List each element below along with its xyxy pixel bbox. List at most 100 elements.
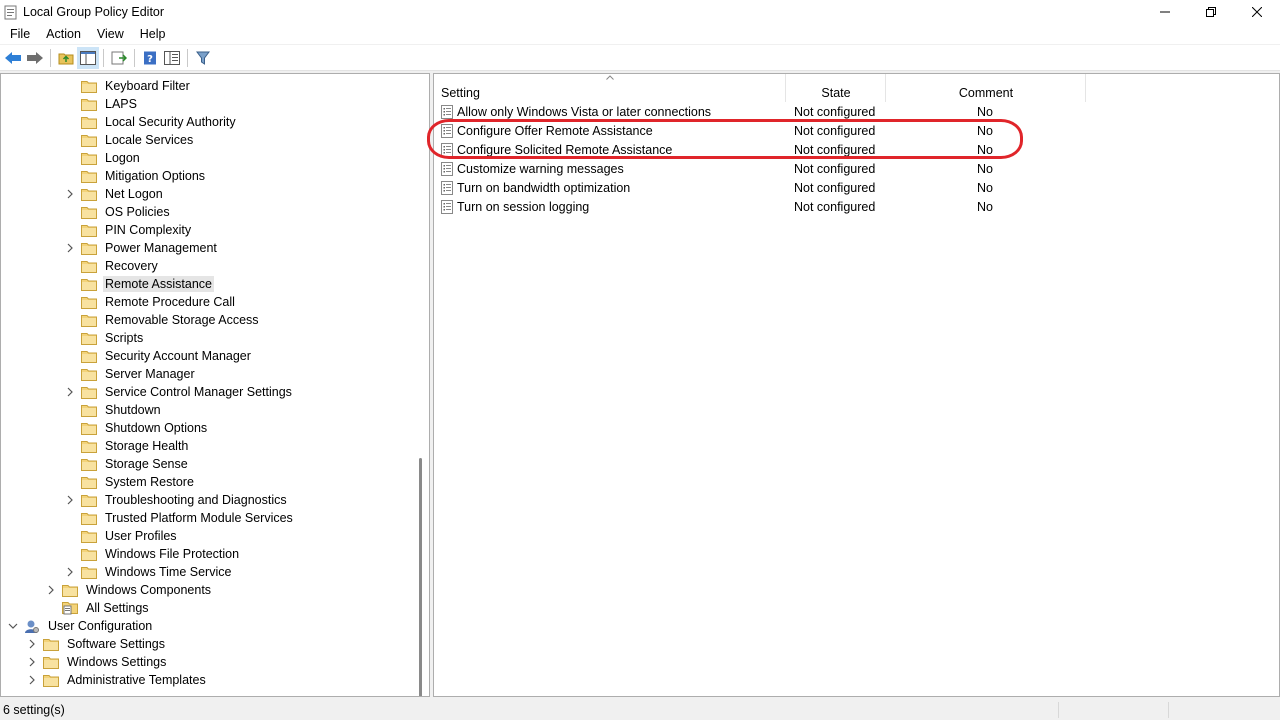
column-header-state[interactable]: State	[786, 74, 886, 102]
tree-item[interactable]: User Profiles	[64, 527, 179, 545]
menu-help[interactable]: Help	[130, 27, 172, 41]
tree-item[interactable]: Keyboard Filter	[64, 77, 192, 95]
show-hide-tree-button[interactable]	[77, 46, 99, 69]
setting-row-setting: Turn on bandwidth optimization	[457, 181, 631, 195]
tree-item-user-configuration[interactable]: User Configuration	[7, 617, 154, 635]
tree-item[interactable]: Net Logon	[64, 185, 165, 203]
expand-placeholder	[64, 167, 76, 185]
column-header-comment[interactable]: Comment	[886, 74, 1086, 102]
tree-item[interactable]: Security Account Manager	[64, 347, 253, 365]
chevron-right-icon	[67, 567, 73, 577]
tree-item-all-settings[interactable]: All Settings	[45, 599, 151, 617]
tree-item[interactable]: Locale Services	[64, 131, 195, 149]
up-one-level-button[interactable]	[55, 47, 77, 69]
expand-toggle[interactable]	[7, 617, 19, 635]
expand-toggle[interactable]	[64, 563, 76, 581]
setting-row-setting: Configure Offer Remote Assistance	[457, 124, 653, 138]
tree-item[interactable]: Remote Procedure Call	[64, 293, 237, 311]
column-divider[interactable]	[1085, 74, 1086, 102]
setting-row[interactable]: Allow only Windows Vista or later connec…	[434, 103, 1279, 122]
tree-item[interactable]: Removable Storage Access	[64, 311, 261, 329]
expand-placeholder	[64, 365, 76, 383]
tree-item-user-child[interactable]: Software Settings	[26, 635, 167, 653]
tree-item-selected[interactable]: Remote Assistance	[64, 275, 214, 293]
settings-list-pane[interactable]: Setting State Comment Allow only Windows…	[433, 73, 1280, 697]
tree-item[interactable]: Storage Sense	[64, 455, 190, 473]
tree-item[interactable]: Windows File Protection	[64, 545, 241, 563]
setting-row-comment: No	[977, 200, 993, 214]
tree-item-label: Scripts	[105, 331, 144, 345]
folder-icon	[81, 115, 98, 129]
tree-item[interactable]: Storage Health	[64, 437, 190, 455]
title-bar: Local Group Policy Editor	[0, 0, 1280, 23]
filter-button[interactable]	[192, 47, 214, 69]
tree-item-windows-components[interactable]: Windows Components	[45, 581, 213, 599]
filter-icon	[196, 51, 210, 65]
tree-item[interactable]: Shutdown	[64, 401, 163, 419]
setting-row[interactable]: Customize warning messages Not configured…	[434, 160, 1279, 179]
folder-icon	[81, 548, 97, 561]
setting-row[interactable]: Configure Solicited Remote Assistance Not…	[434, 141, 1279, 160]
close-button[interactable]	[1234, 0, 1280, 23]
expand-toggle[interactable]	[64, 491, 76, 509]
folder-icon	[81, 242, 97, 255]
tree-item[interactable]: System Restore	[64, 473, 196, 491]
folder-icon	[81, 403, 98, 417]
tree-item[interactable]: Trusted Platform Module Services	[64, 509, 295, 527]
tree-item[interactable]: Mitigation Options	[64, 167, 207, 185]
chevron-right-icon	[67, 495, 73, 505]
tree-item-label: System Restore	[105, 475, 194, 489]
expand-placeholder	[64, 203, 76, 221]
expand-toggle[interactable]	[26, 635, 38, 653]
export-list-button[interactable]	[108, 47, 130, 69]
expand-toggle[interactable]	[64, 185, 76, 203]
tree-item[interactable]: LAPS	[64, 95, 139, 113]
tree-pane[interactable]: Keyboard Filter LAPS Local Security Author…	[0, 73, 430, 697]
tree-item[interactable]: Local Security Authority	[64, 113, 238, 131]
expand-placeholder	[64, 437, 76, 455]
folder-icon	[81, 313, 98, 327]
folder-icon	[81, 512, 97, 525]
tree-item[interactable]: Troubleshooting and Diagnostics	[64, 491, 289, 509]
restore-button[interactable]	[1188, 0, 1234, 23]
forward-button[interactable]	[24, 47, 46, 69]
close-icon	[1252, 6, 1262, 17]
folder-icon	[81, 205, 98, 219]
tree-item-label: Shutdown Options	[105, 421, 208, 435]
expand-toggle[interactable]	[26, 671, 38, 689]
tree-item[interactable]: Server Manager	[64, 365, 197, 383]
menu-view[interactable]: View	[87, 27, 130, 41]
tree-item[interactable]: OS Policies	[64, 203, 172, 221]
tree-item-user-child[interactable]: Windows Settings	[26, 653, 168, 671]
tree-item-label: Power Management	[105, 241, 217, 255]
properties-button[interactable]	[161, 47, 183, 69]
chevron-right-icon	[48, 585, 54, 595]
menu-file[interactable]: File	[0, 27, 36, 41]
tree-item[interactable]: Logon	[64, 149, 142, 167]
expand-toggle[interactable]	[45, 581, 57, 599]
help-button[interactable]: ?	[139, 47, 161, 69]
expand-placeholder	[64, 473, 76, 491]
folder-icon	[81, 260, 97, 273]
setting-row[interactable]: Turn on bandwidth optimization Not config…	[434, 179, 1279, 198]
expand-toggle[interactable]	[26, 653, 38, 671]
tree-item[interactable]: Shutdown Options	[64, 419, 209, 437]
tree-item-user-child[interactable]: Administrative Templates	[26, 671, 208, 689]
setting-row[interactable]: Configure Offer Remote Assistance Not con…	[434, 122, 1279, 141]
folder-icon	[81, 530, 97, 543]
setting-row[interactable]: Turn on session logging Not configured No	[434, 198, 1279, 217]
minimize-button[interactable]	[1142, 0, 1188, 23]
menu-action[interactable]: Action	[36, 27, 87, 41]
folder-icon	[81, 278, 97, 291]
expand-placeholder	[64, 221, 76, 239]
tree-item[interactable]: Recovery	[64, 257, 160, 275]
tree-item[interactable]: PIN Complexity	[64, 221, 193, 239]
tree-item[interactable]: Windows Time Service	[64, 563, 233, 581]
expand-toggle[interactable]	[64, 383, 76, 401]
tree-item[interactable]: Service Control Manager Settings	[64, 383, 294, 401]
back-button[interactable]	[2, 47, 24, 69]
expand-toggle[interactable]	[64, 239, 76, 257]
tree-item[interactable]: Power Management	[64, 239, 219, 257]
tree-scrollbar[interactable]	[419, 458, 422, 696]
tree-item[interactable]: Scripts	[64, 329, 145, 347]
